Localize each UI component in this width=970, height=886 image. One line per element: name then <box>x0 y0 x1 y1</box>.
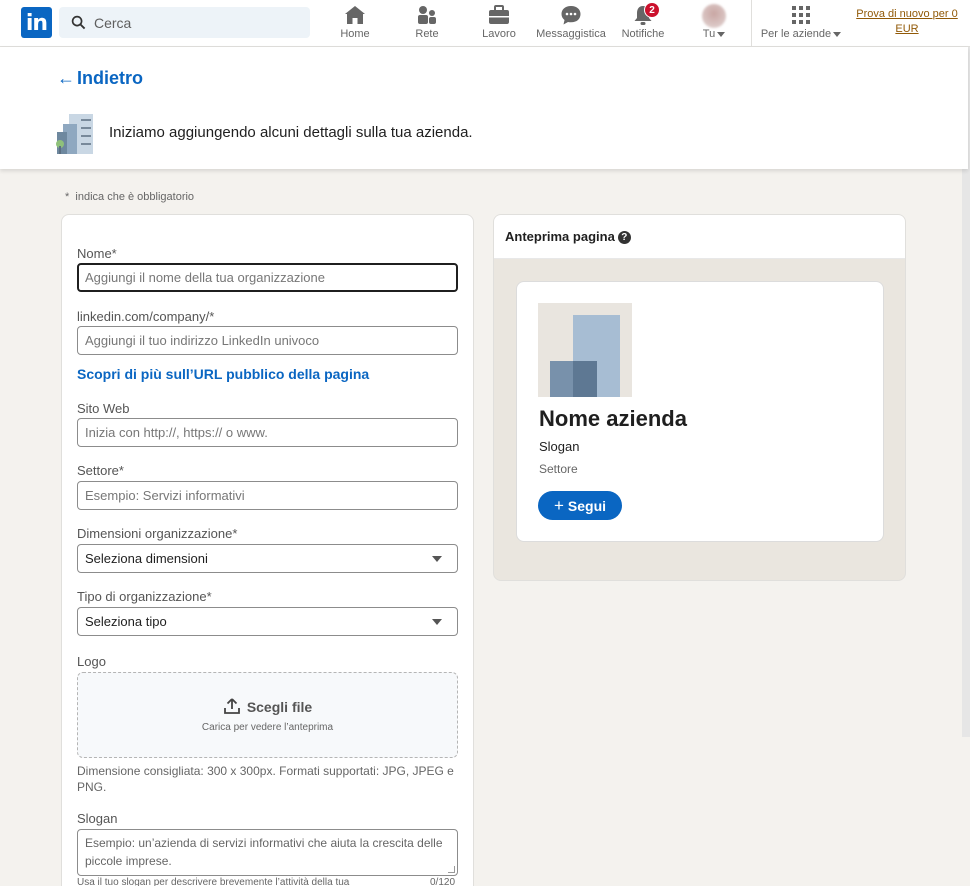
top-nav: in Cerca Home Rete Lavoro Messaggistica … <box>0 0 970 47</box>
url-input[interactable]: Aggiungi il tuo indirizzo LinkedIn univo… <box>77 326 458 355</box>
required-note: * indica che è obbligatorio <box>65 191 195 203</box>
nav-label: Rete <box>415 28 439 40</box>
company-slogan: Slogan <box>539 439 580 454</box>
preview-header: Anteprima pagina? <box>494 215 905 259</box>
name-label: Nome* <box>77 246 117 261</box>
notification-badge: 2 <box>644 2 660 18</box>
nav-label: Notifiche <box>621 28 665 40</box>
nav-label: Lavoro <box>482 28 516 40</box>
type-select[interactable]: Seleziona tipo <box>77 607 458 636</box>
avatar <box>702 4 726 28</box>
slogan-counter: 0/120 <box>430 877 456 886</box>
preview-company-card: Nome azienda Slogan Settore + Segui <box>516 281 884 542</box>
search-bar[interactable]: Cerca <box>59 7 310 38</box>
nav-home[interactable]: Home <box>336 4 374 40</box>
type-select-value: Seleziona tipo <box>85 614 167 629</box>
page-header: ← Indietro Iniziamo aggiungendo alcuni de… <box>0 47 968 169</box>
nav-messaging[interactable]: Messaggistica <box>536 4 606 40</box>
intro-text: Iniziamo aggiungendo alcuni dettagli sul… <box>109 124 473 141</box>
help-icon[interactable]: ? <box>617 231 631 245</box>
arrow-left-icon: ← <box>57 68 75 88</box>
industry-label: Settore* <box>77 463 124 478</box>
size-select[interactable]: Seleziona dimensioni <box>77 544 458 573</box>
back-button[interactable]: ← Indietro <box>57 68 143 89</box>
industry-input[interactable]: Esempio: Servizi informativi <box>77 481 458 510</box>
upload-subtext: Carica per vedere l’anteprima <box>201 722 334 733</box>
size-select-value: Seleziona dimensioni <box>85 551 208 566</box>
logo-label: Logo <box>77 654 106 669</box>
dropdown-caret-icon <box>432 619 442 625</box>
messaging-icon <box>561 6 581 25</box>
search-input[interactable]: Cerca <box>94 15 131 31</box>
nav-jobs[interactable]: Lavoro <box>479 4 519 40</box>
grid-icon <box>792 6 810 24</box>
company-name: Nome azienda <box>539 406 687 431</box>
search-icon <box>71 15 86 30</box>
page-preview-card: Anteprima pagina? Nome azienda Slogan Se… <box>493 214 906 581</box>
linkedin-logo[interactable]: in <box>21 7 52 38</box>
type-label: Tipo di organizzazione* <box>77 589 212 604</box>
website-input[interactable]: Inizia con http://, https:// o www. <box>77 418 458 447</box>
slogan-placeholder: Esempio: un’azienda di servizi informati… <box>85 836 443 868</box>
resize-handle-icon[interactable] <box>448 866 455 873</box>
upload-icon <box>223 698 240 714</box>
nav-label: Home <box>340 28 370 40</box>
preview-title: Anteprima pagina? <box>505 229 631 245</box>
slogan-textarea[interactable]: Esempio: un’azienda di servizi informati… <box>77 829 458 876</box>
nav-label-me: Tu <box>698 28 730 40</box>
company-sector: Settore <box>539 462 578 476</box>
website-label: Sito Web <box>77 401 130 416</box>
dropdown-caret-icon <box>432 556 442 562</box>
nav-notifications[interactable]: 2 Notifiche <box>620 2 666 40</box>
premium-link[interactable]: Prova di nuovo per 0 EUR <box>853 7 961 37</box>
name-input[interactable]: Aggiungi il nome della tua organizzazion… <box>77 263 458 292</box>
company-building-icon <box>56 114 93 154</box>
network-icon <box>418 6 436 24</box>
nav-label: Messaggistica <box>536 28 606 40</box>
building-placeholder-icon <box>538 303 632 397</box>
slogan-label: Slogan <box>77 811 118 826</box>
follow-button[interactable]: + Segui <box>538 491 622 520</box>
logo-hint: Dimensione consigliata: 300 x 300px. For… <box>77 764 454 794</box>
nav-me[interactable]: Tu <box>698 4 730 40</box>
logo-upload[interactable]: Scegli file Carica per vedere l’anteprim… <box>77 672 458 758</box>
plus-icon: + <box>553 496 564 515</box>
url-label: linkedin.com/company/* <box>77 309 215 324</box>
briefcase-icon <box>489 5 509 24</box>
nav-for-business[interactable]: Per le aziende <box>760 4 842 40</box>
nav-network[interactable]: Rete <box>409 4 445 40</box>
chevron-down-icon <box>717 31 726 37</box>
home-icon <box>345 6 365 24</box>
company-logo-placeholder <box>538 303 632 397</box>
chevron-down-icon <box>833 31 842 37</box>
nav-label-business: Per le aziende <box>760 28 842 40</box>
slogan-hint: Usa il tuo slogan per descrivere breveme… <box>77 877 350 886</box>
size-label: Dimensioni organizzazione* <box>77 526 238 541</box>
nav-divider <box>751 0 752 47</box>
choose-file-button[interactable]: Scegli file <box>78 697 457 715</box>
public-url-link[interactable]: Scopri di più sull’URL pubblico della pa… <box>77 366 369 382</box>
